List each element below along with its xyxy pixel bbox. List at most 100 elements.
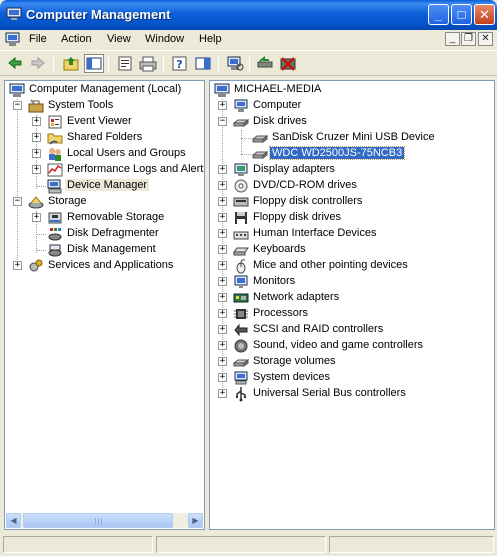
device-category-label: Disk drives [253,115,307,127]
menu-file[interactable]: File [29,33,47,45]
horizontal-scrollbar[interactable]: ◀ ▶ [6,513,203,528]
expand-icon[interactable]: + [32,133,41,142]
disk-defragmenter-icon [47,226,63,242]
menu-bar: File Action View Window Help _ ❐ ✕ [0,30,497,50]
device-category-label: Floppy disk drives [253,211,342,223]
menu-help[interactable]: Help [199,33,222,45]
child-minimize-button[interactable]: _ [445,32,460,46]
mouse-icon [233,258,249,274]
device-category-label: Processors [253,307,309,319]
tree-label-services-applications: Services and Applications [48,259,174,271]
scroll-right-arrow-icon[interactable]: ▶ [188,513,203,528]
expand-icon[interactable]: + [218,293,227,302]
menu-action[interactable]: Action [61,33,92,45]
expand-icon[interactable]: + [218,341,227,350]
expand-icon[interactable]: + [218,229,227,238]
expand-icon[interactable]: + [218,213,227,222]
keyboard-icon [233,242,249,258]
storage-volume-icon [232,354,250,370]
device-tree-pane[interactable]: MICHAEL-MEDIA + Computer − Disk drives S… [209,80,495,530]
expand-icon[interactable]: + [32,165,41,174]
menu-window[interactable]: Window [145,33,184,45]
expand-icon[interactable]: + [32,117,41,126]
toolbar: ? [0,50,497,76]
network-adapter-icon [233,290,249,306]
collapse-icon[interactable]: − [13,197,22,206]
back-arrow-icon[interactable] [5,54,25,73]
expand-icon[interactable]: + [218,309,227,318]
expand-icon[interactable]: + [32,149,41,158]
users-icon [47,146,63,162]
tree-label-shared-folders: Shared Folders [67,131,143,143]
computer-management-icon [9,82,25,98]
menu-view[interactable]: View [107,33,131,45]
child-close-button[interactable]: ✕ [478,32,493,46]
collapse-icon[interactable]: − [13,101,22,110]
disable-device-icon[interactable] [278,54,298,73]
tree-label-performance-logs: Performance Logs and Alerts [67,163,205,175]
print-icon[interactable] [138,54,158,73]
child-restore-button[interactable]: ❐ [461,32,476,46]
toolbox-icon [28,98,44,114]
floppy-disk-icon [233,210,249,226]
device-category-label: Human Interface Devices [253,227,377,239]
expand-icon[interactable]: + [218,325,227,334]
status-pane-3 [329,536,494,553]
up-folder-icon[interactable] [61,54,81,73]
processor-icon [233,306,249,322]
expand-icon[interactable]: + [218,277,227,286]
show-hide-action-pane-icon[interactable] [193,54,213,73]
update-driver-icon[interactable] [255,54,275,73]
expand-icon[interactable]: + [218,181,227,190]
storage-icon [28,194,44,210]
expand-icon[interactable]: + [218,101,227,110]
tree-label-local-users-groups: Local Users and Groups [67,147,186,159]
expand-icon[interactable]: + [218,245,227,254]
tree-label-event-viewer: Event Viewer [67,115,132,127]
tree-label-storage: Storage [48,195,87,207]
floppy-controller-icon [233,194,249,210]
expand-icon[interactable]: + [218,261,227,270]
device-category-label: Network adapters [253,291,340,303]
title-bar[interactable]: Computer Management _ □ ✕ [0,0,497,30]
console-tree-pane[interactable]: Computer Management (Local) − System Too… [4,80,205,530]
expand-icon[interactable]: + [13,261,22,270]
help-icon[interactable]: ? [170,54,190,73]
expand-icon[interactable]: + [218,389,227,398]
device-category-label: Computer [253,99,302,111]
scrollbar-thumb[interactable] [23,513,173,528]
show-hide-tree-icon[interactable] [84,54,104,73]
status-pane-2 [156,536,326,553]
close-button[interactable]: ✕ [474,4,495,25]
expand-icon[interactable]: + [218,373,227,382]
device-manager-icon [47,178,63,194]
display-adapter-icon [233,162,249,178]
disk-drive-icon [251,146,269,162]
usb-icon [233,386,249,402]
device-category-label: System devices [253,371,331,383]
maximize-button[interactable]: □ [451,4,472,25]
device-tree-root-label: MICHAEL-MEDIA [234,83,322,95]
forward-arrow-icon[interactable] [28,54,48,73]
minimize-button[interactable]: _ [428,4,449,25]
tree-root-label: Computer Management (Local) [29,83,182,95]
collapse-icon[interactable]: − [218,117,227,126]
shared-folder-icon [47,130,63,146]
computer-management-icon [6,7,22,21]
device-category-label: Sound, video and game controllers [253,339,423,351]
scroll-left-arrow-icon[interactable]: ◀ [6,513,21,528]
expand-icon[interactable]: + [218,165,227,174]
speaker-icon [233,338,249,354]
disk-management-icon [47,242,63,258]
tree-label-removable-storage: Removable Storage [67,211,165,223]
expand-icon[interactable]: + [218,197,227,206]
device-category-label: Keyboards [253,243,306,255]
expand-icon[interactable]: + [218,357,227,366]
expand-icon[interactable]: + [32,213,41,222]
scan-hardware-icon[interactable] [225,54,245,73]
device-category-label: SCSI and RAID controllers [253,323,384,335]
system-menu-icon[interactable] [5,32,21,47]
device-category-label: Display adapters [253,163,335,175]
properties-icon[interactable] [115,54,135,73]
status-pane-1 [3,536,153,553]
